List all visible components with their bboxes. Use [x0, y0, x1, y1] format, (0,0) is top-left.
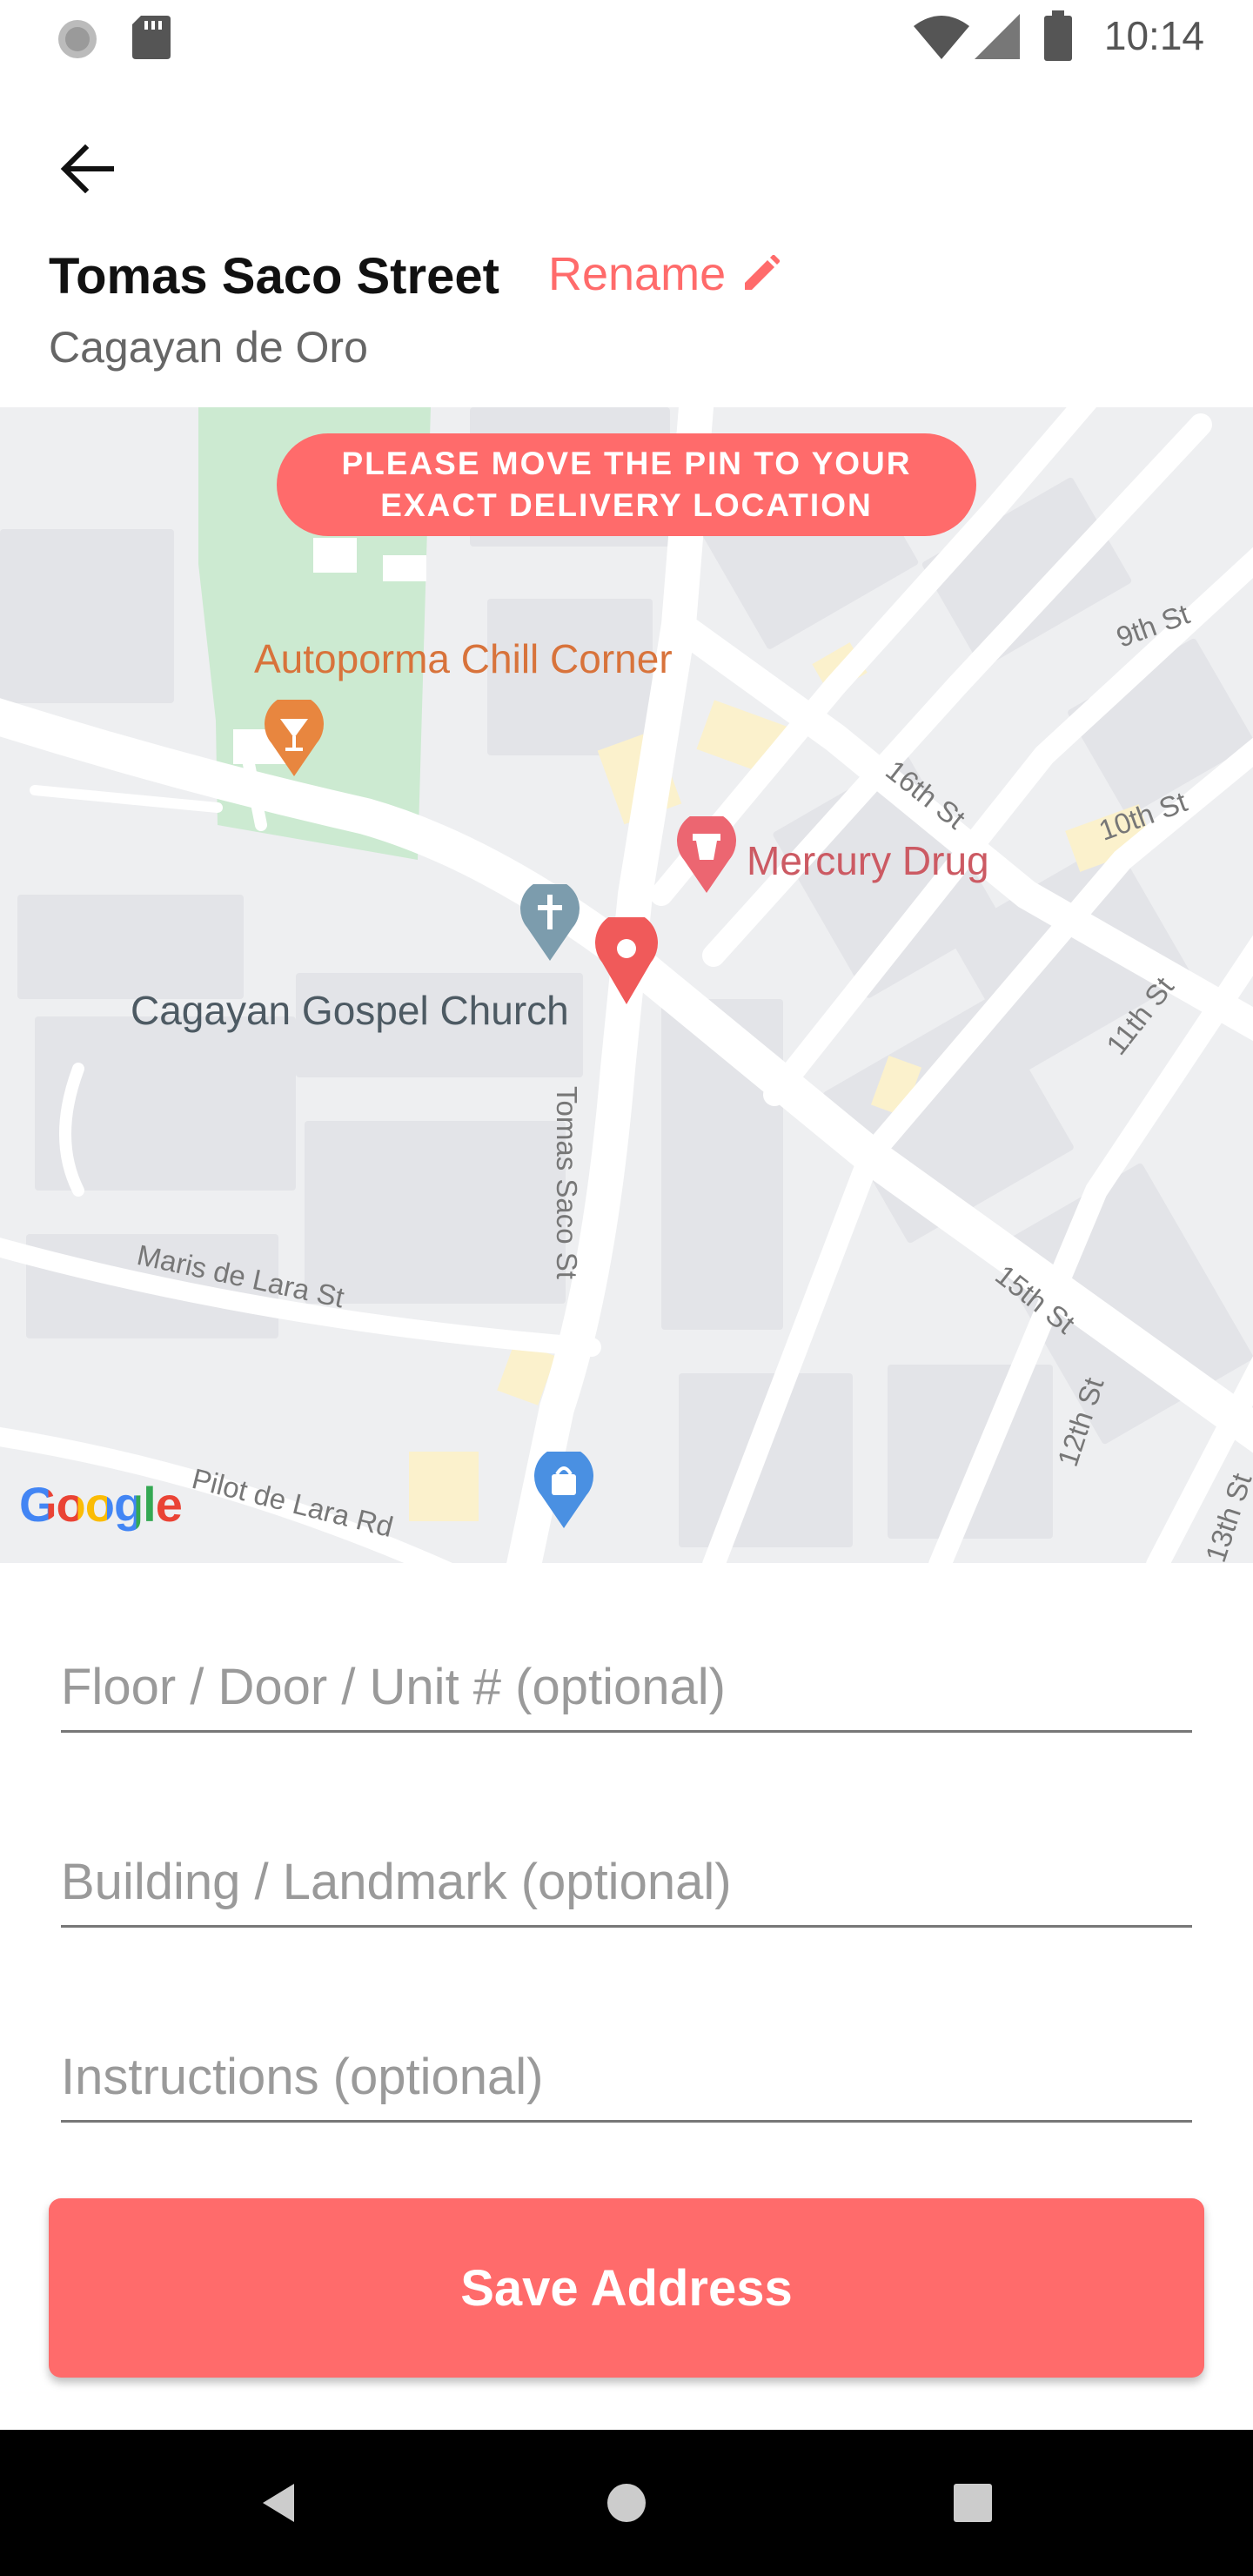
- page-subtitle: Cagayan de Oro: [49, 323, 368, 372]
- save-address-button[interactable]: Save Address: [49, 2198, 1204, 2378]
- recents-square-icon: [954, 2484, 992, 2522]
- banner-line-1: PLEASE MOVE THE PIN TO YOUR: [341, 446, 912, 481]
- poi-label-church[interactable]: Cagayan Gospel Church: [131, 987, 569, 1034]
- poi-label-mercury-drug[interactable]: Mercury Drug: [747, 837, 989, 884]
- back-button[interactable]: [44, 125, 131, 212]
- page-title: Tomas Saco Street: [49, 248, 499, 305]
- system-nav-bar: [0, 2430, 1253, 2576]
- header: Tomas Saco Street Rename Cagayan de Oro: [0, 73, 1253, 404]
- street-label-tomas-saco: Tomas Saco St: [551, 1086, 583, 1279]
- status-time: 10:14: [1103, 13, 1204, 58]
- pharmacy-icon[interactable]: [675, 811, 738, 897]
- arrow-left-icon: [60, 144, 114, 193]
- banner-line-2: EXACT DELIVERY LOCATION: [380, 487, 873, 523]
- rename-button[interactable]: Rename: [548, 247, 781, 301]
- map-view[interactable]: PLEASE MOVE THE PIN TO YOUR EXACT DELIVE…: [0, 407, 1253, 1563]
- shopping-bag-icon[interactable]: [533, 1446, 595, 1533]
- battery-icon: [1044, 10, 1072, 65]
- loading-icon: [56, 17, 99, 65]
- nav-home-button[interactable]: [583, 2459, 670, 2546]
- home-circle-icon: [607, 2484, 646, 2522]
- cocktail-icon[interactable]: [263, 694, 325, 781]
- nav-recents-button[interactable]: [929, 2459, 1016, 2546]
- church-icon[interactable]: [519, 879, 581, 965]
- poi-label-autoporma[interactable]: Autoporma Chill Corner: [254, 635, 673, 682]
- building-landmark-field[interactable]: [61, 1838, 1192, 1928]
- pencil-icon: [745, 255, 781, 290]
- delivery-pin-icon[interactable]: [595, 911, 658, 1009]
- back-triangle-icon: [263, 2484, 294, 2522]
- rename-label: Rename: [548, 248, 727, 300]
- wifi-icon: [914, 14, 969, 64]
- signal-icon: [975, 14, 1020, 64]
- status-bar: 10:14: [0, 0, 1253, 73]
- instructions-input[interactable]: [61, 2033, 1192, 2120]
- delivery-pin-banner: PLEASE MOVE THE PIN TO YOUR EXACT DELIVE…: [277, 433, 976, 536]
- google-attribution: Google: [19, 1476, 183, 1533]
- google-logo-text: Google: [19, 1477, 183, 1532]
- nav-back-button[interactable]: [235, 2459, 322, 2546]
- floor-unit-input[interactable]: [61, 1643, 1192, 1730]
- instructions-field[interactable]: [61, 2033, 1192, 2123]
- building-landmark-input[interactable]: [61, 1838, 1192, 1925]
- sd-card-icon: [132, 16, 171, 64]
- floor-unit-field[interactable]: [61, 1643, 1192, 1733]
